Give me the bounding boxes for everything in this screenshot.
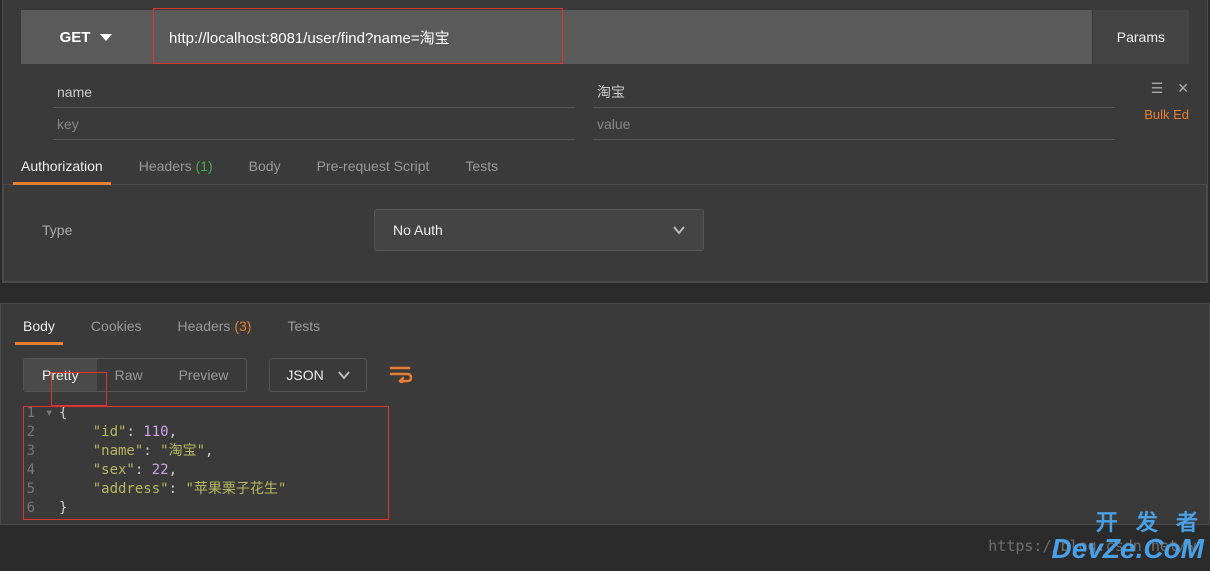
http-method-select[interactable]: GET (21, 10, 151, 64)
view-mode-group: Pretty Raw Preview (23, 358, 247, 392)
chevron-down-icon (100, 34, 112, 41)
tab-authorization[interactable]: Authorization (21, 158, 103, 184)
param-key-input[interactable]: key (53, 108, 575, 140)
param-value-input[interactable]: value (593, 108, 1115, 140)
view-mode-preview[interactable]: Preview (161, 359, 247, 391)
resp-tab-tests[interactable]: Tests (287, 318, 320, 344)
view-mode-raw[interactable]: Raw (97, 359, 161, 391)
http-method-label: GET (60, 29, 91, 46)
response-format-select[interactable]: JSON (269, 358, 366, 392)
param-value-cell[interactable]: 淘宝 (593, 76, 1115, 108)
response-body[interactable]: 1▾{ 2 "id": 110, 3 "name": "淘宝", 4 "sex"… (1, 398, 1209, 524)
watermark: https://blog.csdn.net/w (988, 537, 1196, 555)
chevron-down-icon (673, 224, 685, 236)
bulk-edit-link[interactable]: Bulk Ed (1144, 107, 1189, 122)
tab-tests[interactable]: Tests (465, 158, 498, 184)
view-mode-pretty[interactable]: Pretty (24, 359, 97, 391)
param-key-cell[interactable]: name (53, 76, 575, 108)
drag-handle-icon[interactable]: ☰ (1151, 80, 1164, 97)
chevron-down-icon (338, 369, 350, 381)
auth-type-select[interactable]: No Auth (374, 209, 704, 251)
tab-body[interactable]: Body (249, 158, 281, 184)
resp-tab-body[interactable]: Body (23, 318, 55, 344)
tab-headers[interactable]: Headers (1) (139, 158, 213, 184)
auth-type-label: Type (22, 222, 374, 238)
tab-prerequest[interactable]: Pre-request Script (317, 158, 430, 184)
resp-tab-headers[interactable]: Headers (3) (178, 318, 252, 344)
wrap-lines-icon[interactable] (389, 365, 413, 386)
resp-tab-cookies[interactable]: Cookies (91, 318, 142, 344)
params-button[interactable]: Params (1092, 10, 1189, 64)
close-icon[interactable]: ✕ (1177, 80, 1189, 97)
url-input[interactable] (151, 10, 1092, 64)
